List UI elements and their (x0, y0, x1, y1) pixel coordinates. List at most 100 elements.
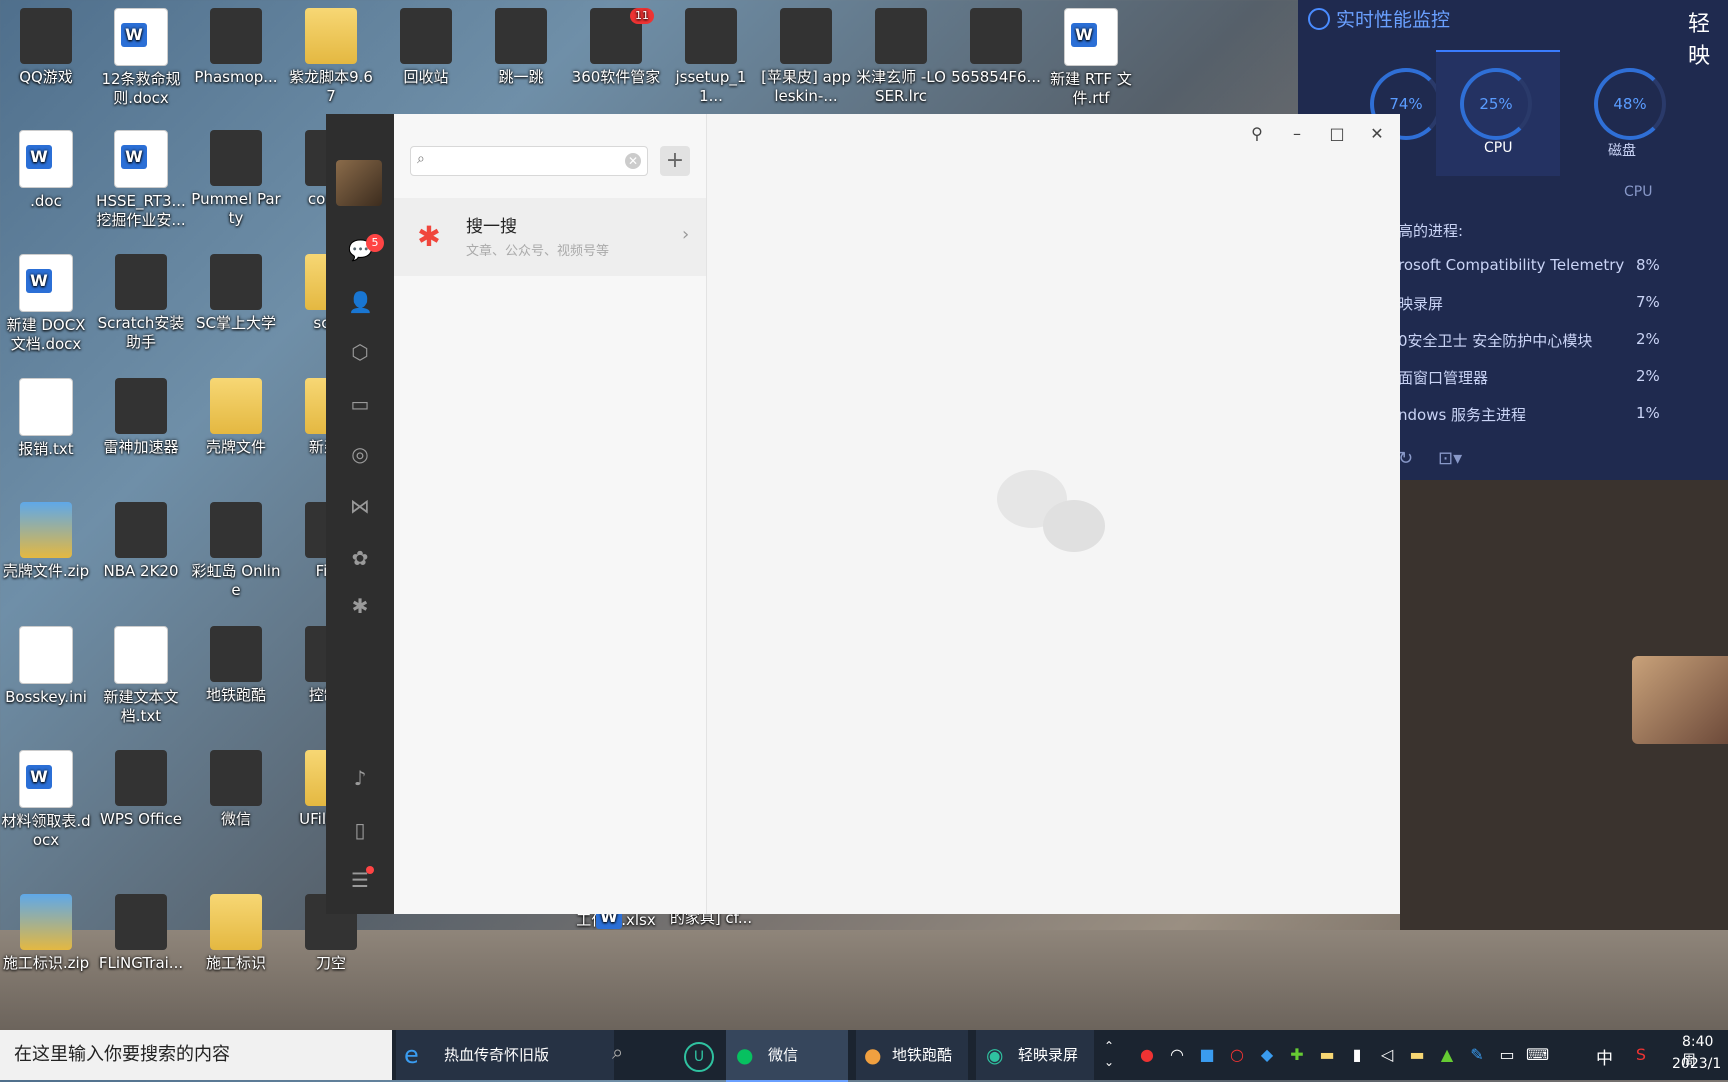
desktop-icon[interactable]: 地铁跑酷 (190, 622, 282, 705)
u-app-icon[interactable]: U (684, 1042, 714, 1072)
pen-icon[interactable]: ✎ (1466, 1044, 1488, 1066)
desktop-icon[interactable]: 565854F6... (950, 4, 1042, 87)
desktop-icon[interactable]: 米津玄师 -LOSER.lrc (855, 4, 947, 106)
desktop-icon[interactable]: WPS Office (95, 746, 187, 829)
desktop-icon[interactable]: Bosskey.ini (0, 622, 92, 707)
file-icon (20, 8, 72, 64)
notes-icon[interactable]: ■ (1196, 1044, 1218, 1066)
moments-icon[interactable]: ◎ (348, 442, 372, 466)
desktop-icon[interactable]: HSSE_RT3... 挖掘作业安... (95, 126, 187, 230)
anime-avatar-widget[interactable] (1632, 656, 1728, 744)
taskbar-app-legend[interactable]: e 热血传奇怀旧版 (396, 1030, 614, 1080)
volume-icon[interactable]: ◁ (1376, 1044, 1398, 1066)
files-icon[interactable]: ▭ (348, 392, 372, 416)
channels-icon[interactable]: ⋈ (348, 494, 372, 518)
process-row[interactable]: 映录屏 7% (1398, 293, 1698, 317)
desktop-icon[interactable]: 彩虹岛 Online (190, 498, 282, 600)
desktop-icon[interactable]: NBA 2K20 (95, 498, 187, 581)
music-icon[interactable]: ♪ (348, 766, 372, 790)
folder-icon[interactable]: ▬ (1316, 1044, 1338, 1066)
keyboard-icon[interactable]: ⌨ (1526, 1044, 1549, 1066)
phone-icon[interactable]: ▯ (348, 818, 372, 842)
desktop-icon[interactable]: QQ游戏 (0, 4, 92, 87)
desktop-icon[interactable]: 回收站 (380, 4, 472, 87)
desktop-icon[interactable]: 紫龙脚本9.67 (285, 4, 377, 106)
favorites-icon[interactable]: ⬡ (348, 340, 372, 364)
souyisou-item[interactable]: ✱ 搜一搜 文章、公众号、视频号等 › (394, 198, 706, 276)
maximize-icon[interactable]: □ (1325, 122, 1349, 146)
desktop-icon[interactable]: 新建文本文档.txt (95, 622, 187, 726)
desktop-icon[interactable]: jssetup_11... (665, 4, 757, 106)
clock-date[interactable]: 2023/1 (1672, 1056, 1721, 1072)
desktop-icon-label: FLiNGTrai... (98, 954, 184, 972)
clear-search-icon[interactable]: ✕ (625, 153, 641, 169)
desktop-icon[interactable]: 跳一跳 (475, 4, 567, 87)
mic-icon[interactable]: ▮ (1346, 1044, 1368, 1066)
desktop-icon-label: 米津玄师 -LOSER.lrc (856, 68, 946, 105)
battery-icon[interactable]: ▭ (1496, 1044, 1518, 1066)
search-input[interactable] (437, 150, 621, 172)
nvidia-icon[interactable]: ▲ (1436, 1044, 1458, 1066)
taskbar-search[interactable]: 在这里输入你要搜索的内容 (0, 1030, 392, 1080)
ime-indicator[interactable]: 中 (1596, 1044, 1613, 1069)
process-row[interactable]: ndows 服务主进程 1% (1398, 404, 1698, 428)
network-icon[interactable]: ◠ (1166, 1044, 1188, 1066)
record-icon[interactable]: ● (1136, 1044, 1158, 1066)
desktop-icon[interactable]: Phasmop... (190, 4, 282, 87)
desktop-icon[interactable]: .doc (0, 126, 92, 211)
process-row[interactable]: rosoft Compatibility Telemetry 8% (1398, 256, 1698, 280)
refresh-icon[interactable]: ↻ (1398, 448, 1413, 469)
taskbar-app-recorder[interactable]: ◉ 轻映录屏 (976, 1030, 1094, 1080)
file-icon (115, 750, 167, 806)
360-icon[interactable]: ✚ (1286, 1044, 1308, 1066)
desktop-icon-label: Pummel Party (191, 190, 281, 227)
desktop-icon[interactable]: [苹果皮] appleskin-... (760, 4, 852, 106)
desktop-icon[interactable]: 11 360软件管家 (570, 4, 662, 87)
wps-tray-icon[interactable]: S (1630, 1044, 1652, 1066)
tray-overflow-icon[interactable]: ⌃ ⌄ (1104, 1038, 1114, 1070)
opera-icon[interactable]: ○ (1226, 1044, 1248, 1066)
desktop-icon[interactable]: 雷神加速器 (95, 374, 187, 457)
desktop-icon[interactable]: 壳牌文件 (190, 374, 282, 457)
search-box[interactable]: ⌕ ✕ (410, 146, 648, 176)
file-icon (114, 626, 168, 684)
contacts-icon[interactable]: 👤 (348, 290, 373, 314)
search-feature-icon[interactable]: ✱ (348, 594, 372, 618)
desktop-icon[interactable]: Pummel Party (190, 126, 282, 228)
shield-icon[interactable]: ◆ (1256, 1044, 1278, 1066)
process-name: ndows 服务主进程 (1398, 406, 1527, 424)
desktop-icon[interactable]: 材料领取表.docx (0, 746, 92, 850)
desktop-icon[interactable]: 12条救命规则.docx (95, 4, 187, 108)
desktop-icon[interactable]: 新建 DOCX 文档.docx (0, 250, 92, 354)
taskbar-app-subway[interactable]: ● 地铁跑酷 (856, 1030, 968, 1080)
process-name: 映录屏 (1398, 295, 1444, 313)
minimize-icon[interactable]: – (1285, 122, 1309, 146)
crop-icon[interactable]: ⊡▾ (1438, 448, 1462, 469)
taskbar-app-wechat[interactable]: ● 微信 (726, 1030, 848, 1082)
chat-unread-badge: 5 (366, 234, 384, 252)
desktop-icon[interactable]: 微信 (190, 746, 282, 829)
file-icon (20, 502, 72, 558)
files-icon[interactable]: ▬ (1406, 1044, 1428, 1066)
desktop-icon[interactable]: 壳牌文件.zip (0, 498, 92, 581)
desktop-icon[interactable]: 新建 RTF 文件.rtf (1045, 4, 1137, 108)
file-icon (19, 130, 73, 188)
user-avatar[interactable] (336, 160, 382, 206)
file-icon (115, 502, 167, 558)
gauge-cpu[interactable]: 25% (1460, 68, 1532, 140)
desktop-icon[interactable]: 报销.txt (0, 374, 92, 459)
pin-icon[interactable]: ⚲ (1245, 122, 1269, 146)
process-row[interactable]: 面窗口管理器 2% (1398, 367, 1698, 391)
mini-programs-icon[interactable]: ✿ (348, 546, 372, 570)
gauge-disk[interactable]: 48% (1594, 68, 1666, 140)
desktop-icon[interactable]: SC掌上大学 (190, 250, 282, 333)
taskbar-search-icon[interactable]: ⌕ (612, 1040, 623, 1064)
desktop-icon[interactable]: Scratch安装助手 (95, 250, 187, 352)
close-icon[interactable]: ✕ (1365, 122, 1389, 146)
process-percent: 7% (1636, 293, 1660, 311)
process-row[interactable]: 0安全卫士 安全防护中心模块 2% (1398, 330, 1698, 354)
desktop-icon[interactable]: 施工标识 (190, 890, 282, 973)
desktop-icon[interactable]: FLiNGTrai... (95, 890, 187, 973)
add-button[interactable]: + (660, 146, 690, 176)
desktop-icon[interactable]: 施工标识.zip (0, 890, 92, 973)
